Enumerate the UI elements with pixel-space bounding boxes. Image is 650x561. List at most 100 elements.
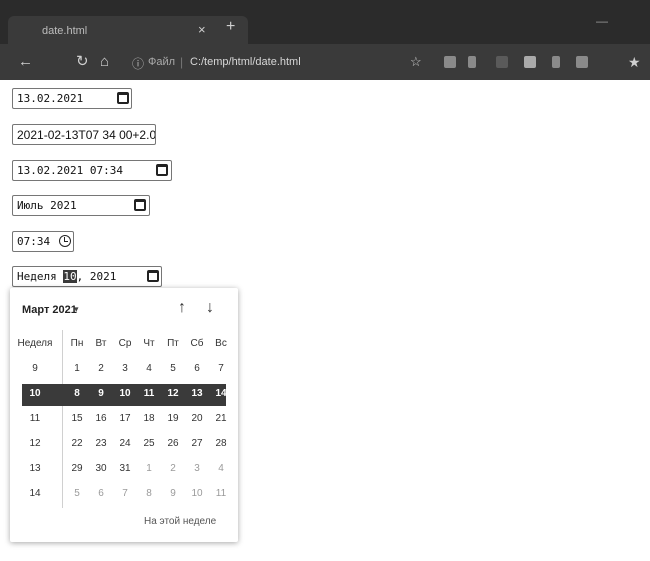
day-cell[interactable]: 6 <box>88 488 114 499</box>
extension-icon[interactable] <box>552 56 560 68</box>
week-year: , 2021 <box>76 270 117 283</box>
day-cell[interactable]: 2 <box>88 363 114 374</box>
day-cell[interactable]: 7 <box>112 488 138 499</box>
day-cell[interactable]: 4 <box>136 363 162 374</box>
calendar-icon[interactable] <box>117 92 129 104</box>
tab-close-icon[interactable]: × <box>198 22 206 37</box>
day-cell[interactable]: 3 <box>112 363 138 374</box>
day-cell[interactable]: 17 <box>112 413 138 424</box>
day-cell[interactable]: 6 <box>184 363 210 374</box>
day-cell[interactable]: 2 <box>160 463 186 474</box>
weekday-header: Пн <box>70 338 84 349</box>
day-cell[interactable]: 14 <box>208 388 234 399</box>
week-number-segment[interactable]: 10 <box>63 270 77 283</box>
iso-text-value: 2021-02-13T07 34 00+2.0( <box>17 128 155 142</box>
day-cell[interactable]: 9 <box>160 488 186 499</box>
day-cell[interactable]: 13 <box>184 388 210 399</box>
new-tab-icon[interactable]: + <box>226 18 235 36</box>
extension-icon[interactable] <box>496 56 508 68</box>
arrow-down-icon[interactable]: ↓ <box>206 299 214 317</box>
calendar-icon[interactable] <box>134 199 146 211</box>
day-cell[interactable]: 31 <box>112 463 138 474</box>
day-cell[interactable]: 10 <box>112 388 138 399</box>
day-cell[interactable]: 5 <box>64 488 90 499</box>
week-number-cell[interactable]: 9 <box>16 363 54 374</box>
day-cell[interactable]: 29 <box>64 463 90 474</box>
day-cell[interactable]: 16 <box>88 413 114 424</box>
arrow-up-icon[interactable]: ↑ <box>178 299 186 317</box>
bookmark-star-icon[interactable]: ☆ <box>410 54 422 70</box>
iso-text-input[interactable]: 2021-02-13T07 34 00+2.0( <box>12 124 156 145</box>
calendar-icon[interactable] <box>156 164 168 176</box>
browser-toolbar: ← ↻ ⌂ ⓘ Файл | C:/temp/html/date.html ☆ … <box>0 44 650 80</box>
minimize-icon[interactable]: — <box>596 14 608 28</box>
day-cell[interactable]: 5 <box>160 363 186 374</box>
this-week-button[interactable]: На этой неделе <box>144 516 216 527</box>
day-cell[interactable]: 15 <box>64 413 90 424</box>
day-cell[interactable]: 22 <box>64 438 90 449</box>
day-cell[interactable]: 30 <box>88 463 114 474</box>
week-number-cell[interactable]: 14 <box>16 488 54 499</box>
day-cell[interactable]: 12 <box>160 388 186 399</box>
browser-tab[interactable]: date.html × <box>8 16 248 44</box>
day-cell[interactable]: 11 <box>136 388 162 399</box>
weekday-header: Ср <box>118 338 132 349</box>
day-cell[interactable]: 21 <box>208 413 234 424</box>
week-row[interactable]: 91234567 <box>10 359 238 384</box>
calendar-icon[interactable] <box>147 270 159 282</box>
extension-icon[interactable] <box>524 56 536 68</box>
time-input[interactable]: 07:34 <box>12 231 74 252</box>
month-input[interactable]: Июль 2021 <box>12 195 150 216</box>
day-cell[interactable]: 28 <box>208 438 234 449</box>
week-input[interactable]: Неделя 10, 2021 <box>12 266 162 287</box>
picker-month-label[interactable]: Март 2021 <box>22 304 77 316</box>
address-url[interactable]: C:/temp/html/date.html <box>190 56 301 68</box>
week-number-cell[interactable]: 12 <box>16 438 54 449</box>
week-number-cell[interactable]: 10 <box>16 388 54 399</box>
week-column-header: Неделя <box>17 338 53 349</box>
back-icon[interactable]: ← <box>18 54 33 70</box>
datetime-input[interactable]: 13.02.2021 07:34 <box>12 160 172 181</box>
day-cell[interactable]: 18 <box>136 413 162 424</box>
day-cell[interactable]: 23 <box>88 438 114 449</box>
info-icon[interactable]: ⓘ <box>132 55 144 72</box>
day-cell[interactable]: 10 <box>184 488 210 499</box>
day-cell[interactable]: 27 <box>184 438 210 449</box>
day-cell[interactable]: 3 <box>184 463 210 474</box>
day-cell[interactable]: 7 <box>208 363 234 374</box>
day-cell[interactable]: 25 <box>136 438 162 449</box>
week-row[interactable]: 12 22 23 24 25 26 27 28 <box>10 434 238 459</box>
day-cell[interactable]: 1 <box>136 463 162 474</box>
address-separator: | <box>180 55 184 69</box>
day-cell[interactable]: 8 <box>136 488 162 499</box>
day-cell[interactable]: 19 <box>160 413 186 424</box>
day-cell[interactable]: 9 <box>88 388 114 399</box>
extension-icon[interactable] <box>444 56 456 68</box>
weekday-header: Сб <box>190 338 204 349</box>
day-cell[interactable]: 11 <box>208 488 234 499</box>
date-input[interactable]: 13.02.2021 <box>12 88 132 109</box>
weekday-header-row: Неделя Пн Вт Ср Чт Пт Сб Вс <box>10 334 238 359</box>
day-cell[interactable]: 24 <box>112 438 138 449</box>
browser-chrome: date.html × + — ← ↻ ⌂ ⓘ Файл | C:/temp/h… <box>0 0 650 80</box>
chevron-down-icon[interactable]: ▾ <box>74 304 79 315</box>
extension-icon[interactable] <box>468 56 476 68</box>
week-row[interactable]: 14 5 6 7 8 9 10 11 <box>10 484 238 509</box>
reload-icon[interactable]: ↻ <box>76 54 89 70</box>
clock-icon[interactable] <box>59 235 71 247</box>
day-cell[interactable]: 4 <box>208 463 234 474</box>
day-cell[interactable]: 8 <box>64 388 90 399</box>
week-number-cell[interactable]: 11 <box>16 413 54 424</box>
extensions-pin-icon[interactable]: ★ <box>628 54 641 70</box>
address-scheme-label: Файл <box>148 56 176 68</box>
week-picker-popup: Март 2021 ▾ ↑ ↓ Неделя Пн Вт Ср Чт Пт Сб Вс 9 1 2 3… <box>10 288 238 542</box>
week-row[interactable]: 13 29 30 31 1 2 3 4 <box>10 459 238 484</box>
week-row[interactable]: 11 15 16 17 18 19 20 21 <box>10 409 238 434</box>
extension-icon[interactable] <box>576 56 588 68</box>
week-row[interactable]: 10 8 9 10 11 12 13 14 <box>10 384 238 409</box>
week-number-cell[interactable]: 13 <box>16 463 54 474</box>
day-cell[interactable]: 20 <box>184 413 210 424</box>
day-cell[interactable]: 1 <box>64 363 90 374</box>
home-icon[interactable]: ⌂ <box>100 54 109 70</box>
day-cell[interactable]: 26 <box>160 438 186 449</box>
